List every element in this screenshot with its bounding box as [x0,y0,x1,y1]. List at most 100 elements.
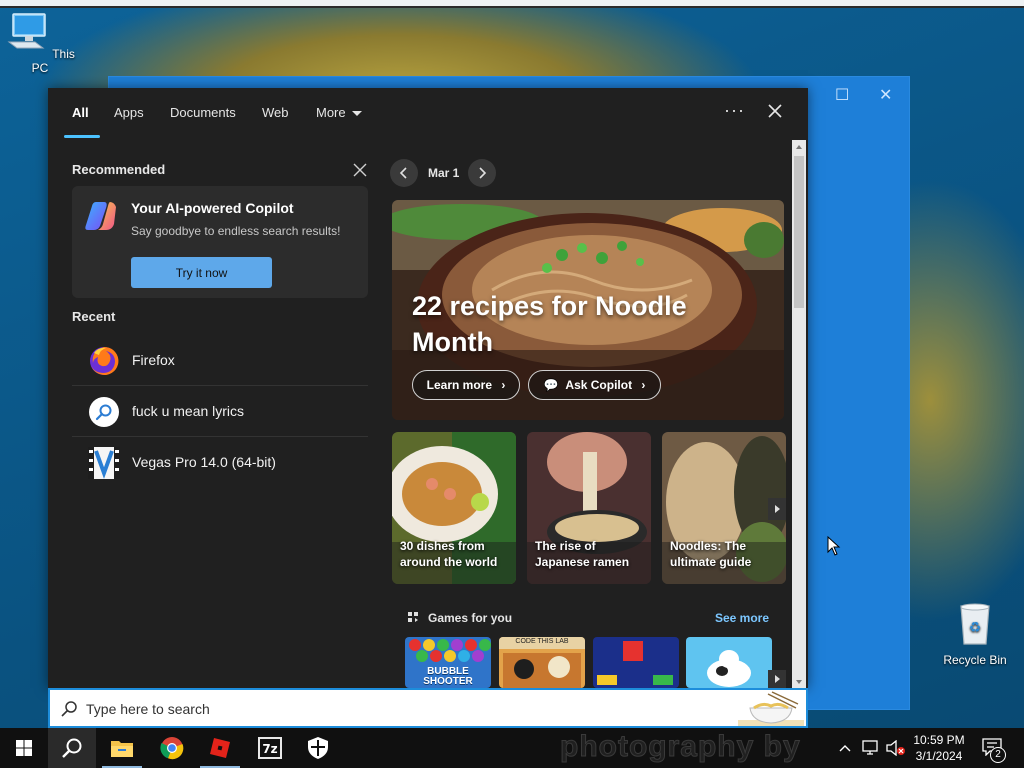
taskbar-windows-security[interactable] [294,728,342,768]
background-window-edge [0,0,1024,8]
recent-item-vegas-pro[interactable]: Vegas Pro 14.0 (64-bit) [72,438,368,488]
recent-item-label: fuck u mean lyrics [132,403,245,419]
dismiss-recommended-icon[interactable] [352,162,368,178]
hero-card[interactable]: 22 recipes for Noodle Month Learn more ›… [392,200,784,420]
shield-icon [308,737,328,759]
folder-icon [111,741,133,757]
recommended-heading: Recommended [72,162,166,177]
taskbar-roblox[interactable] [196,728,244,768]
flyout-scrollbar[interactable] [792,140,806,688]
network-icon[interactable] [862,740,880,756]
scrollbar-thumb[interactable] [794,156,804,308]
tab-documents[interactable]: Documents [170,105,236,120]
notification-count-badge: 2 [990,747,1006,763]
svg-text:7z: 7z [262,742,277,756]
card-caption: The rise of Japanese ramen [535,539,630,569]
7zip-icon: 7z [258,737,282,759]
learn-more-button[interactable]: Learn more › [412,370,520,400]
taskbar-chrome[interactable] [148,728,196,768]
taskbar-search-button[interactable] [48,728,96,768]
active-tab-indicator [64,135,100,138]
game-thumbnail [686,637,772,688]
search-icon [62,738,82,758]
game-thumbnail [593,637,679,688]
game-tile-bubble-shooter[interactable]: BUBBLE SHOOTER [405,637,491,688]
scroll-up-icon[interactable] [795,143,803,151]
games-heading: Games for you [428,611,513,625]
card-caption: Noodles: The ultimate guide [670,539,752,569]
tab-apps[interactable]: Apps [114,105,144,120]
recent-heading: Recent [72,309,116,324]
see-more-link[interactable]: See more [715,611,769,625]
taskbar-file-explorer[interactable] [98,728,146,768]
previous-day-button[interactable] [390,159,418,187]
maximize-icon[interactable]: ☐ [835,85,849,105]
desktop-icon-this-pc[interactable]: This PC [0,12,80,75]
card-caption: 30 dishes from around the world [400,539,498,569]
game-controller-icon [408,612,418,622]
game-tile-label: BUBBLE SHOOTER [423,666,473,687]
search-icon [89,397,119,427]
chat-bubble-icon: 💬 [543,378,559,392]
copilot-card-subtitle: Say goodbye to endless search results! [131,224,341,238]
search-flyout: All Apps Documents Web More ··· Recommen… [48,88,808,692]
chevron-right-icon: › [501,378,506,392]
tab-more[interactable]: More [316,105,362,120]
recent-item-label: Firefox [132,352,175,368]
next-day-button[interactable] [468,159,496,187]
close-icon[interactable]: ✕ [879,85,892,105]
close-flyout-icon[interactable] [764,100,786,122]
chrome-icon [160,737,184,760]
ask-copilot-label: Ask Copilot [565,378,633,392]
taskbar: photography by 7z 10:59 PM 3/1/2024 2 [0,728,1024,768]
start-button[interactable] [0,728,48,768]
vegas-pro-icon [88,447,120,479]
search-input[interactable] [86,698,686,720]
taskbar-7zip[interactable]: 7z [246,728,294,768]
desktop-icon-label: Recycle Bin [943,653,1007,667]
mouse-cursor-icon [827,536,841,556]
copilot-promo-card: Your AI-powered Copilot Say goodbye to e… [72,186,368,298]
recent-item-web-search[interactable]: fuck u mean lyrics [72,387,368,437]
clock-date: 3/1/2024 [915,749,963,763]
chevron-right-icon: › [641,378,646,392]
try-it-now-button[interactable]: Try it now [131,257,272,288]
game-tile-blocks[interactable] [593,637,679,688]
clock-time: 10:59 PM [913,733,965,747]
learn-more-label: Learn more [426,378,492,392]
more-options-button[interactable]: ··· [724,100,745,121]
show-hidden-icons-icon[interactable] [838,742,852,754]
ask-copilot-button[interactable]: 💬 Ask Copilot › [528,370,661,400]
cards-next-button[interactable] [768,498,786,520]
card-30-dishes[interactable]: 30 dishes from around the world [392,432,516,584]
chevron-right-icon [775,675,780,683]
search-icon [61,701,77,717]
noodle-bowl-illustration [738,691,804,726]
tab-all[interactable]: All [72,105,89,120]
hero-title: 22 recipes for Noodle Month [412,291,687,357]
game-tile-label: CODE THIS LAB [515,638,569,645]
desktop-icon-recycle-bin[interactable]: ♻ Recycle Bin [935,602,1015,667]
scroll-down-icon[interactable] [795,678,803,686]
card-japanese-ramen[interactable]: The rise of Japanese ramen [527,432,651,584]
recent-item-label: Vegas Pro 14.0 (64-bit) [132,454,276,470]
copilot-card-title: Your AI-powered Copilot [131,200,294,216]
chevron-down-icon [351,111,362,117]
firefox-icon [90,346,119,375]
svg-text:♻: ♻ [969,620,982,636]
windows-logo-icon [16,740,32,756]
wallpaper-watermark-text: photography by [560,730,801,764]
computer-icon [7,13,46,49]
copilot-icon [85,202,116,230]
search-tabs: All Apps Documents Web More ··· [48,88,808,140]
game-tile-code-this-lab[interactable]: CODE THIS LAB [499,637,585,688]
today-date: Mar 1 [428,166,460,180]
game-tile-cow[interactable] [686,637,772,688]
taskbar-search-box[interactable] [48,688,808,728]
recycle-bin-icon: ♻ [960,603,990,645]
action-center-button[interactable]: 2 [982,738,1006,763]
tab-web[interactable]: Web [262,105,289,120]
clock[interactable]: 10:59 PM 3/1/2024 [908,732,970,764]
volume-muted-icon[interactable] [886,740,906,756]
recent-item-firefox[interactable]: Firefox [72,336,368,386]
